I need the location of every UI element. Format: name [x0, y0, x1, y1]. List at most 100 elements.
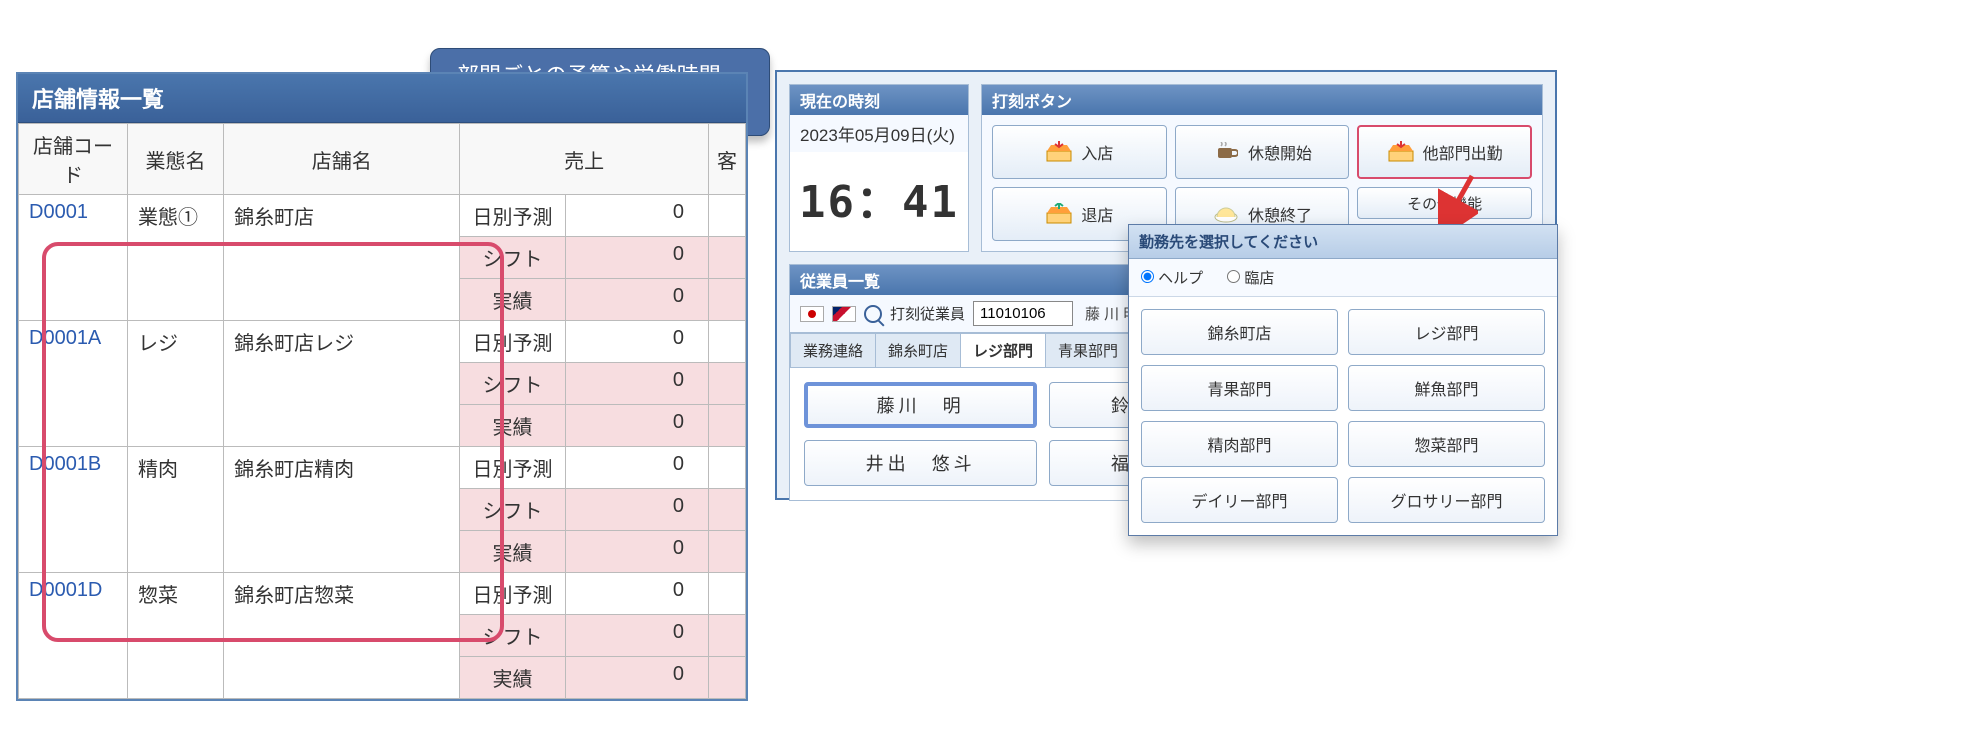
customers-cell	[708, 657, 745, 699]
workplace-option[interactable]: 錦糸町店	[1141, 309, 1338, 355]
customers-cell	[708, 363, 745, 405]
customers-cell	[708, 573, 745, 615]
employee-button[interactable]: 井出 悠斗	[804, 440, 1037, 486]
metric-value: 0	[565, 321, 708, 363]
col-sales: 売上	[460, 124, 709, 195]
customers-cell	[708, 447, 745, 489]
radio-transfer[interactable]: 臨店	[1227, 267, 1274, 288]
break-start-label: 休憩開始	[1248, 140, 1312, 164]
workplace-option[interactable]: 精肉部門	[1141, 421, 1338, 467]
workplace-option[interactable]: 惣菜部門	[1348, 421, 1545, 467]
search-icon[interactable]	[864, 305, 882, 323]
employee-button[interactable]: 藤川 明	[804, 382, 1037, 428]
clock-box: 現在の時刻 2023年05月09日(火) 16：41	[789, 84, 969, 252]
customers-cell	[708, 615, 745, 657]
metric-value: 0	[565, 405, 708, 447]
store-other-icon	[1387, 141, 1415, 163]
table-row: D0001業態①錦糸町店日別予測0	[19, 195, 746, 237]
store-code[interactable]: D0001A	[19, 321, 128, 447]
table-row: D0001D惣菜錦糸町店惣菜日別予測0	[19, 573, 746, 615]
flag-jp-icon[interactable]	[800, 306, 824, 322]
enter-label: 入店	[1081, 140, 1113, 164]
metric-value: 0	[565, 447, 708, 489]
col-customers: 客	[708, 124, 745, 195]
workplace-option[interactable]: グロサリー部門	[1348, 477, 1545, 523]
metric-label: 日別予測	[460, 447, 565, 489]
customers-cell	[708, 195, 745, 237]
customers-cell	[708, 405, 745, 447]
tab-レジ部門[interactable]: レジ部門	[960, 333, 1046, 367]
clock-label: 現在の時刻	[790, 85, 968, 115]
emp-search-label: 打刻従業員	[890, 303, 965, 324]
metric-value: 0	[565, 615, 708, 657]
metric-value: 0	[565, 237, 708, 279]
metric-value: 0	[565, 657, 708, 699]
business-type: レジ	[127, 321, 223, 447]
store-info-table: 店舗コード 業態名 店舗名 売上 客 D0001業態①錦糸町店日別予測0シフト0…	[18, 123, 746, 699]
metric-label: 実績	[460, 405, 565, 447]
stamp-label: 打刻ボタン	[982, 85, 1542, 115]
metric-value: 0	[565, 489, 708, 531]
leave-label: 退店	[1081, 202, 1113, 226]
customers-cell	[708, 279, 745, 321]
workplace-radio-row: ヘルプ 臨店	[1129, 259, 1557, 297]
coffee-icon	[1212, 141, 1240, 163]
clock-date: 2023年05月09日(火)	[790, 115, 968, 152]
metric-value: 0	[565, 363, 708, 405]
metric-label: 実績	[460, 657, 565, 699]
store-name: 錦糸町店惣菜	[224, 573, 460, 699]
store-code[interactable]: D0001D	[19, 573, 128, 699]
metric-value: 0	[565, 573, 708, 615]
radio-help[interactable]: ヘルプ	[1141, 267, 1203, 288]
store-leave-icon	[1045, 203, 1073, 225]
metric-label: シフト	[460, 237, 565, 279]
break-start-button[interactable]: 休憩開始	[1175, 125, 1350, 179]
metric-label: シフト	[460, 489, 565, 531]
enter-button[interactable]: 入店	[992, 125, 1167, 179]
metric-value: 0	[565, 531, 708, 573]
break-end-label: 休憩終了	[1248, 202, 1312, 226]
other-function-button[interactable]: その他機能	[1357, 187, 1532, 219]
business-type: 業態①	[127, 195, 223, 321]
workplace-option[interactable]: デイリー部門	[1141, 477, 1338, 523]
metric-value: 0	[565, 195, 708, 237]
metric-label: シフト	[460, 615, 565, 657]
metric-label: 日別予測	[460, 195, 565, 237]
metric-label: シフト	[460, 363, 565, 405]
other-dept-label: 他部門出勤	[1423, 140, 1503, 164]
metric-value: 0	[565, 279, 708, 321]
col-sname: 店舗名	[224, 124, 460, 195]
table-row: D0001B精肉錦糸町店精肉日別予測0	[19, 447, 746, 489]
workplace-option-grid: 錦糸町店レジ部門青果部門鮮魚部門精肉部門惣菜部門デイリー部門グロサリー部門	[1129, 297, 1557, 535]
workplace-popup-title: 勤務先を選択してください	[1129, 225, 1557, 259]
customers-cell	[708, 237, 745, 279]
business-type: 精肉	[127, 447, 223, 573]
store-code[interactable]: D0001	[19, 195, 128, 321]
workplace-option[interactable]: 青果部門	[1141, 365, 1338, 411]
metric-label: 日別予測	[460, 573, 565, 615]
workplace-option[interactable]: レジ部門	[1348, 309, 1545, 355]
emp-search-input[interactable]	[973, 301, 1073, 326]
customers-cell	[708, 531, 745, 573]
store-info-panel: 店舗情報一覧 店舗コード 業態名 店舗名 売上 客 D0001業態①錦糸町店日別…	[16, 72, 748, 701]
store-code[interactable]: D0001B	[19, 447, 128, 573]
table-row: D0001Aレジ錦糸町店レジ日別予測0	[19, 321, 746, 363]
store-enter-icon	[1045, 141, 1073, 163]
customers-cell	[708, 489, 745, 531]
metric-label: 実績	[460, 531, 565, 573]
flag-uk-icon[interactable]	[832, 306, 856, 322]
other-dept-button[interactable]: 他部門出勤	[1357, 125, 1532, 179]
customers-cell	[708, 321, 745, 363]
metric-label: 日別予測	[460, 321, 565, 363]
store-name: 錦糸町店精肉	[224, 447, 460, 573]
tab-業務連絡[interactable]: 業務連絡	[790, 333, 876, 367]
other-function-label: その他機能	[1407, 193, 1482, 214]
workplace-select-popup: 勤務先を選択してください ヘルプ 臨店 錦糸町店レジ部門青果部門鮮魚部門精肉部門…	[1128, 224, 1558, 536]
tab-錦糸町店[interactable]: 錦糸町店	[875, 333, 961, 367]
tab-青果部門[interactable]: 青果部門	[1045, 333, 1131, 367]
store-name: 錦糸町店	[224, 195, 460, 321]
business-type: 惣菜	[127, 573, 223, 699]
metric-label: 実績	[460, 279, 565, 321]
workplace-option[interactable]: 鮮魚部門	[1348, 365, 1545, 411]
clock-time: 16：41	[790, 152, 968, 244]
